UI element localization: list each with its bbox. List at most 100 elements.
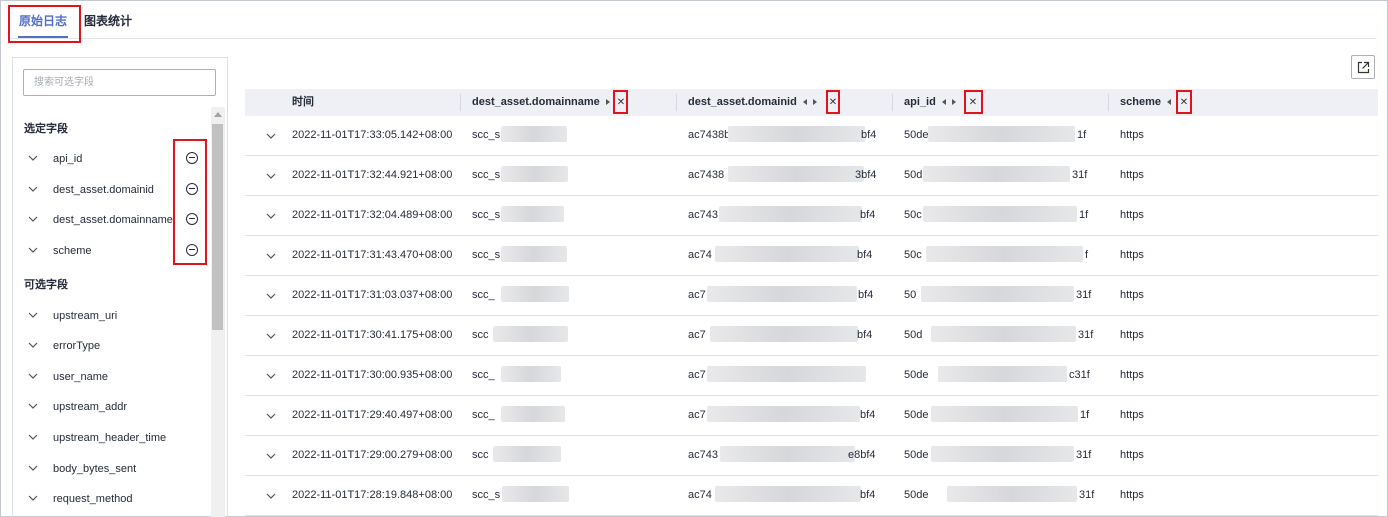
field-label: upstream_addr	[53, 401, 127, 413]
cell-scheme: https	[1120, 209, 1144, 221]
expand-row-icon[interactable]	[266, 171, 276, 181]
move-right-icon[interactable]	[605, 99, 610, 106]
field-label: upstream_uri	[53, 310, 118, 322]
cell-api-id-prefix: 50	[904, 289, 917, 301]
redacted-value	[707, 406, 860, 422]
remove-column-domainname-icon[interactable]: ✕	[614, 89, 628, 116]
chevron-down-icon	[28, 342, 38, 348]
cell-time: 2022-11-01T17:33:05.142+08:00	[292, 129, 453, 141]
available-field[interactable]: request_method	[28, 490, 208, 510]
scroll-up-icon[interactable]	[214, 112, 222, 117]
cell-domainname: scc_	[472, 409, 495, 421]
cell-domainname: scc_s	[472, 489, 501, 501]
cell-scheme: https	[1120, 249, 1144, 261]
redacted-value	[715, 246, 859, 262]
remove-field-icon[interactable]	[186, 152, 198, 164]
move-right-icon[interactable]	[951, 99, 956, 106]
move-left-icon[interactable]	[941, 99, 946, 106]
cell-scheme: https	[1120, 369, 1144, 381]
remove-column-scheme-icon[interactable]: ✕	[1177, 89, 1191, 116]
selected-field-domainname[interactable]: dest_asset.domainname	[28, 211, 208, 231]
redacted-value	[493, 446, 561, 462]
scrollbar-thumb[interactable]	[212, 124, 223, 330]
remove-column-domainid-icon[interactable]: ✕	[826, 89, 840, 116]
expand-row-icon[interactable]	[266, 251, 276, 261]
tab-bar: 原始日志 图表统计	[12, 0, 1376, 39]
field-search-input[interactable]	[23, 69, 216, 96]
table-row: 2022-11-01T17:31:43.470+08:00 scc_s ac74 bf…	[245, 236, 1378, 276]
field-label: request_method	[53, 493, 133, 505]
available-fields-title: 可选字段	[24, 279, 68, 291]
cell-api-id-suffix: 31f	[1072, 169, 1088, 181]
export-button[interactable]	[1351, 55, 1375, 79]
expand-row-icon[interactable]	[266, 451, 276, 461]
cell-time: 2022-11-01T17:30:41.175+08:00	[292, 329, 453, 341]
tab-raw-logs[interactable]: 原始日志	[18, 12, 69, 38]
available-field[interactable]: body_bytes_sent	[28, 460, 208, 480]
redacted-value	[501, 406, 565, 422]
expand-row-icon[interactable]	[266, 491, 276, 501]
cell-scheme: https	[1120, 289, 1144, 301]
redacted-value	[928, 126, 1075, 142]
active-tab-underline	[18, 36, 69, 38]
redacted-value	[502, 486, 569, 502]
header-api-id: api_id	[904, 89, 956, 116]
remove-field-icon[interactable]	[186, 244, 198, 256]
cell-time: 2022-11-01T17:31:03.037+08:00	[292, 289, 453, 301]
redacted-value	[707, 366, 866, 382]
cell-domainid-prefix: ac743	[688, 209, 718, 221]
table-row: 2022-11-01T17:30:41.175+08:00 scc ac7 bf4 50…	[245, 316, 1378, 356]
cell-scheme: https	[1120, 489, 1144, 501]
available-field[interactable]: upstream_header_time	[28, 429, 208, 449]
redacted-value	[947, 486, 1077, 502]
cell-domainname: scc_s	[472, 169, 501, 181]
move-left-icon[interactable]	[802, 99, 807, 106]
sidebar-scrollbar[interactable]	[211, 107, 225, 517]
move-right-icon[interactable]	[812, 99, 817, 106]
cell-api-id-suffix: 31f	[1076, 289, 1092, 301]
cell-api-id-suffix: 31f	[1076, 449, 1092, 461]
table-header: 时间 dest_asset.domainname ✕ dest_asset.do…	[245, 89, 1378, 116]
expand-row-icon[interactable]	[266, 331, 276, 341]
cell-domainid-prefix: ac7	[688, 289, 706, 301]
available-field[interactable]: upstream_uri	[28, 307, 208, 327]
chevron-down-icon	[28, 403, 38, 409]
field-label: errorType	[53, 340, 101, 352]
cell-scheme: https	[1120, 409, 1144, 421]
remove-field-icon[interactable]	[186, 213, 198, 225]
expand-row-icon[interactable]	[266, 291, 276, 301]
cell-domainid-prefix: ac743	[688, 449, 718, 461]
header-scheme-label: scheme	[1120, 96, 1161, 108]
redacted-value	[501, 286, 569, 302]
selected-field-scheme[interactable]: scheme	[28, 242, 208, 262]
remove-column-api-id-icon[interactable]: ✕	[966, 89, 980, 116]
cell-time: 2022-11-01T17:29:40.497+08:00	[292, 409, 453, 421]
move-left-icon[interactable]	[1166, 99, 1171, 106]
cell-api-id-prefix: 50de	[904, 129, 929, 141]
expand-row-icon[interactable]	[266, 411, 276, 421]
cell-api-id-suffix: c31f	[1069, 369, 1090, 381]
cell-api-id-prefix: 50de	[904, 369, 929, 381]
cell-domainname: scc_s	[472, 129, 501, 141]
cell-api-id-prefix: 50de	[904, 409, 929, 421]
available-field[interactable]: user_name	[28, 368, 208, 388]
table-row: 2022-11-01T17:28:19.848+08:00 scc_s ac74 bf…	[245, 476, 1378, 516]
expand-row-icon[interactable]	[266, 131, 276, 141]
expand-row-icon[interactable]	[266, 371, 276, 381]
remove-field-icon[interactable]	[186, 183, 198, 195]
redacted-value	[501, 126, 567, 142]
cell-api-id-suffix: 1f	[1080, 409, 1090, 421]
redacted-value	[501, 166, 568, 182]
export-icon	[1357, 61, 1370, 74]
table-row: 2022-11-01T17:29:00.279+08:00 scc ac743 e8b…	[245, 436, 1378, 476]
chevron-down-icon	[28, 186, 38, 192]
expand-row-icon[interactable]	[266, 211, 276, 221]
selected-field-api-id[interactable]: api_id	[28, 150, 208, 170]
tab-chart-stats[interactable]: 图表统计	[84, 12, 132, 29]
available-field[interactable]: errorType	[28, 337, 208, 357]
chevron-down-icon	[28, 465, 38, 471]
redacted-value	[931, 326, 1076, 342]
field-sidebar: 选定字段 api_id dest_asset.domainid dest_ass…	[12, 57, 228, 517]
available-field[interactable]: upstream_addr	[28, 398, 208, 418]
selected-field-domainid[interactable]: dest_asset.domainid	[28, 181, 208, 201]
